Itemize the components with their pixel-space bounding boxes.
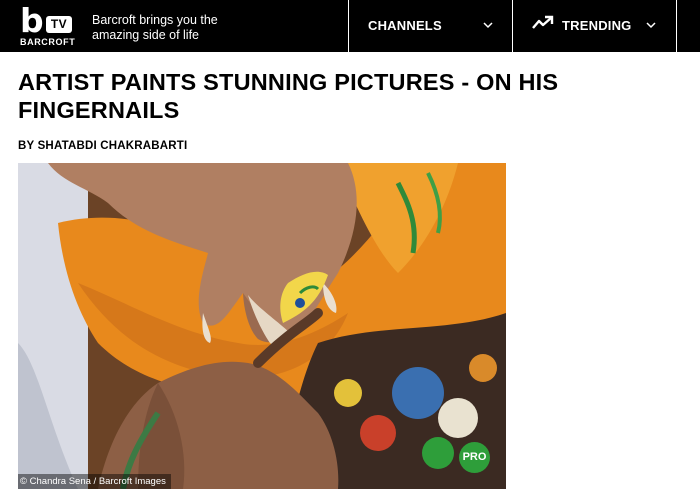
trending-icon xyxy=(532,15,554,29)
logo-letter: b xyxy=(20,1,44,40)
barcroft-tv-logo[interactable]: b TV BARCROFT xyxy=(20,3,76,48)
logo-tv-badge: TV xyxy=(46,16,72,33)
trending-menu-button[interactable]: TRENDING xyxy=(512,0,676,52)
article-byline[interactable]: BY SHATABDI CHAKRABARTI xyxy=(18,140,187,152)
site-tagline: Barcroft brings you the amazing side of … xyxy=(92,13,218,42)
photo-illustration xyxy=(18,163,506,489)
pro-badge[interactable]: PRO xyxy=(459,442,490,473)
chevron-down-icon xyxy=(646,22,656,29)
trending-label: TRENDING xyxy=(562,18,632,33)
channels-label: CHANNELS xyxy=(368,18,442,33)
photo-credit: © Chandra Sena / Barcroft Images xyxy=(18,474,171,489)
article-photo[interactable]: PRO © Chandra Sena / Barcroft Images xyxy=(18,163,506,489)
logo-wordmark: BARCROFT xyxy=(20,37,76,47)
top-navigation-bar: b TV BARCROFT Barcroft brings you the am… xyxy=(0,0,700,52)
nav-overflow-edge[interactable] xyxy=(676,0,700,52)
chevron-down-icon xyxy=(483,22,493,29)
article-headline: ARTIST PAINTS STUNNING PICTURES - ON HIS… xyxy=(18,69,559,123)
channels-menu-button[interactable]: CHANNELS xyxy=(348,0,512,52)
